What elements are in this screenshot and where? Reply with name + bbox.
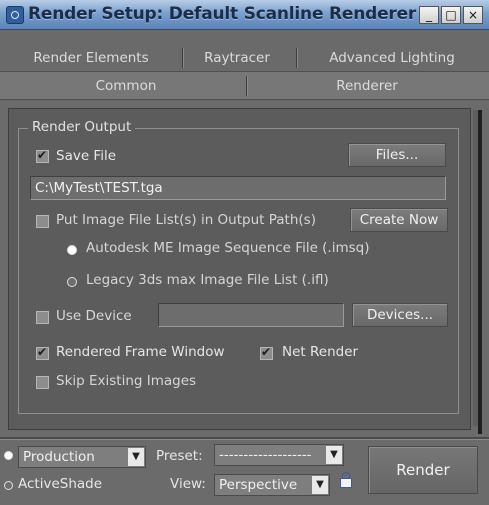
tab-divider: [296, 48, 297, 68]
output-path-field[interactable]: C:\MyTest\TEST.tga: [30, 176, 446, 200]
preset-value: -------------------: [219, 447, 312, 463]
chevron-down-icon[interactable]: ▼: [128, 448, 144, 466]
devices-button[interactable]: Devices...: [352, 303, 448, 327]
app-icon: [6, 6, 24, 24]
title-bar: Render Setup: Default Scanline Renderer …: [0, 0, 489, 30]
tab-raytracer[interactable]: Raytracer: [188, 44, 286, 71]
tab-row-2: Common Renderer: [0, 72, 489, 100]
save-file-label: Save File: [56, 148, 117, 164]
render-output-group: [18, 128, 459, 414]
device-field[interactable]: [158, 303, 344, 327]
footer-divider: [0, 437, 489, 440]
preset-label: Preset:: [156, 448, 203, 464]
radio-production[interactable]: [4, 451, 13, 460]
net-render-label: Net Render: [282, 344, 359, 360]
tab-render-elements[interactable]: Render Elements: [6, 44, 176, 71]
radio-ifl[interactable]: [67, 277, 77, 287]
radio-ifl-label: Legacy 3ds max Image File List (.ifl): [86, 272, 329, 288]
lock-icon[interactable]: [340, 472, 352, 488]
render-button[interactable]: Render: [368, 446, 478, 494]
chevron-down-icon[interactable]: ▼: [326, 446, 342, 464]
radio-imsq-label: Autodesk ME Image Sequence File (.imsq): [86, 240, 370, 256]
tab-row-1: Render Elements Raytracer Advanced Light…: [0, 44, 489, 72]
preset-dropdown[interactable]: ------------------- ▼: [214, 444, 344, 466]
put-image-list-checkbox[interactable]: [36, 215, 49, 228]
activeshade-label: ActiveShade: [18, 476, 103, 492]
tab-renderer[interactable]: Renderer: [252, 72, 482, 99]
maximize-icon[interactable]: □: [441, 6, 461, 24]
minimize-icon[interactable]: _: [419, 6, 439, 24]
save-file-checkbox[interactable]: [36, 148, 49, 163]
chevron-down-icon[interactable]: ▼: [312, 476, 328, 494]
radio-imsq[interactable]: [67, 245, 77, 255]
use-device-checkbox[interactable]: [36, 311, 49, 324]
tab-divider: [246, 76, 247, 96]
files-button[interactable]: Files...: [348, 143, 446, 167]
skip-existing-label: Skip Existing Images: [56, 373, 197, 389]
tab-common[interactable]: Common: [6, 72, 246, 99]
create-now-button[interactable]: Create Now: [350, 208, 448, 232]
tab-divider: [182, 48, 183, 68]
view-value: Perspective: [219, 477, 298, 493]
rendered-frame-window-label: Rendered Frame Window: [56, 344, 225, 360]
mode-dropdown-value: Production: [23, 449, 95, 465]
net-render-checkbox[interactable]: [260, 345, 273, 360]
render-output-title: Render Output: [28, 119, 136, 135]
close-icon[interactable]: ×: [463, 6, 483, 24]
radio-activeshade[interactable]: [4, 481, 13, 490]
rendered-frame-window-checkbox[interactable]: [36, 345, 49, 360]
view-label: View:: [170, 476, 206, 492]
tab-advanced-lighting[interactable]: Advanced Lighting: [302, 44, 482, 71]
tab-strip-top: [0, 30, 489, 44]
view-dropdown[interactable]: Perspective ▼: [214, 474, 330, 496]
mode-dropdown[interactable]: Production ▼: [18, 446, 146, 468]
put-image-list-label: Put Image File List(s) in Output Path(s): [56, 212, 316, 228]
skip-existing-checkbox[interactable]: [36, 376, 49, 389]
use-device-label: Use Device: [56, 308, 132, 324]
window-title: Render Setup: Default Scanline Renderer: [28, 4, 417, 24]
scrollbar-thumb[interactable]: [478, 110, 482, 434]
